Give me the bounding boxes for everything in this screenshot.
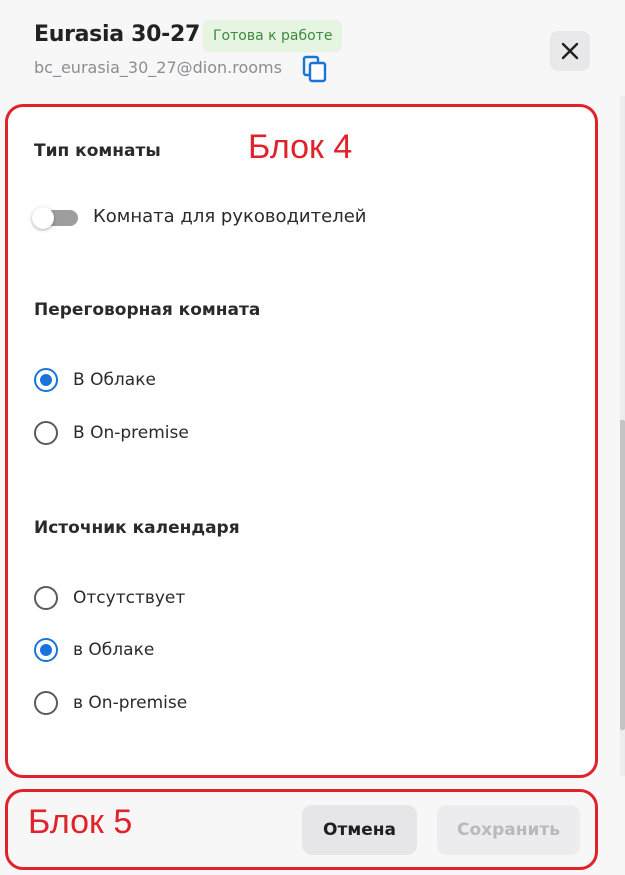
radio-button [34,586,58,610]
executive-room-toggle[interactable] [32,207,78,229]
close-icon [561,42,579,60]
panel-header: Eurasia 30-27 Готова к работе bc_eurasia… [0,0,625,96]
radio-meeting-onpremise[interactable]: В On-premise [34,420,189,446]
executive-room-label: Комната для руководителей [93,206,367,227]
radio-calendar-cloud[interactable]: в Облаке [34,637,154,663]
radio-meeting-cloud[interactable]: В Облаке [34,367,156,393]
block4-annotation: Блок 4 [248,128,353,166]
copy-icon[interactable] [302,55,328,83]
calendar-source-title: Источник календаря [34,518,240,538]
scrollbar-thumb[interactable] [620,420,625,730]
radio-button [34,421,58,445]
radio-label: В Облаке [73,370,156,390]
close-button[interactable] [550,31,590,71]
radio-button [34,691,58,715]
room-title: Eurasia 30-27 [34,22,200,47]
radio-button [34,368,58,392]
status-badge: Готова к работе [203,20,343,52]
meeting-room-title: Переговорная комната [34,300,261,320]
cancel-button[interactable]: Отмена [302,805,417,855]
room-type-title: Тип комнаты [34,141,161,161]
radio-calendar-none[interactable]: Отсутствует [34,585,185,611]
room-email: bc_eurasia_30_27@dion.rooms [34,58,282,77]
radio-label: В On-premise [73,423,189,443]
toggle-knob [32,207,54,229]
radio-button [34,638,58,662]
radio-label: в Облаке [73,640,155,660]
radio-calendar-onpremise[interactable]: в On-premise [34,690,187,716]
radio-label: Отсутствует [73,588,186,608]
block5-annotation: Блок 5 [28,803,133,841]
save-button[interactable]: Сохранить [437,805,580,855]
radio-label: в On-premise [73,693,188,713]
